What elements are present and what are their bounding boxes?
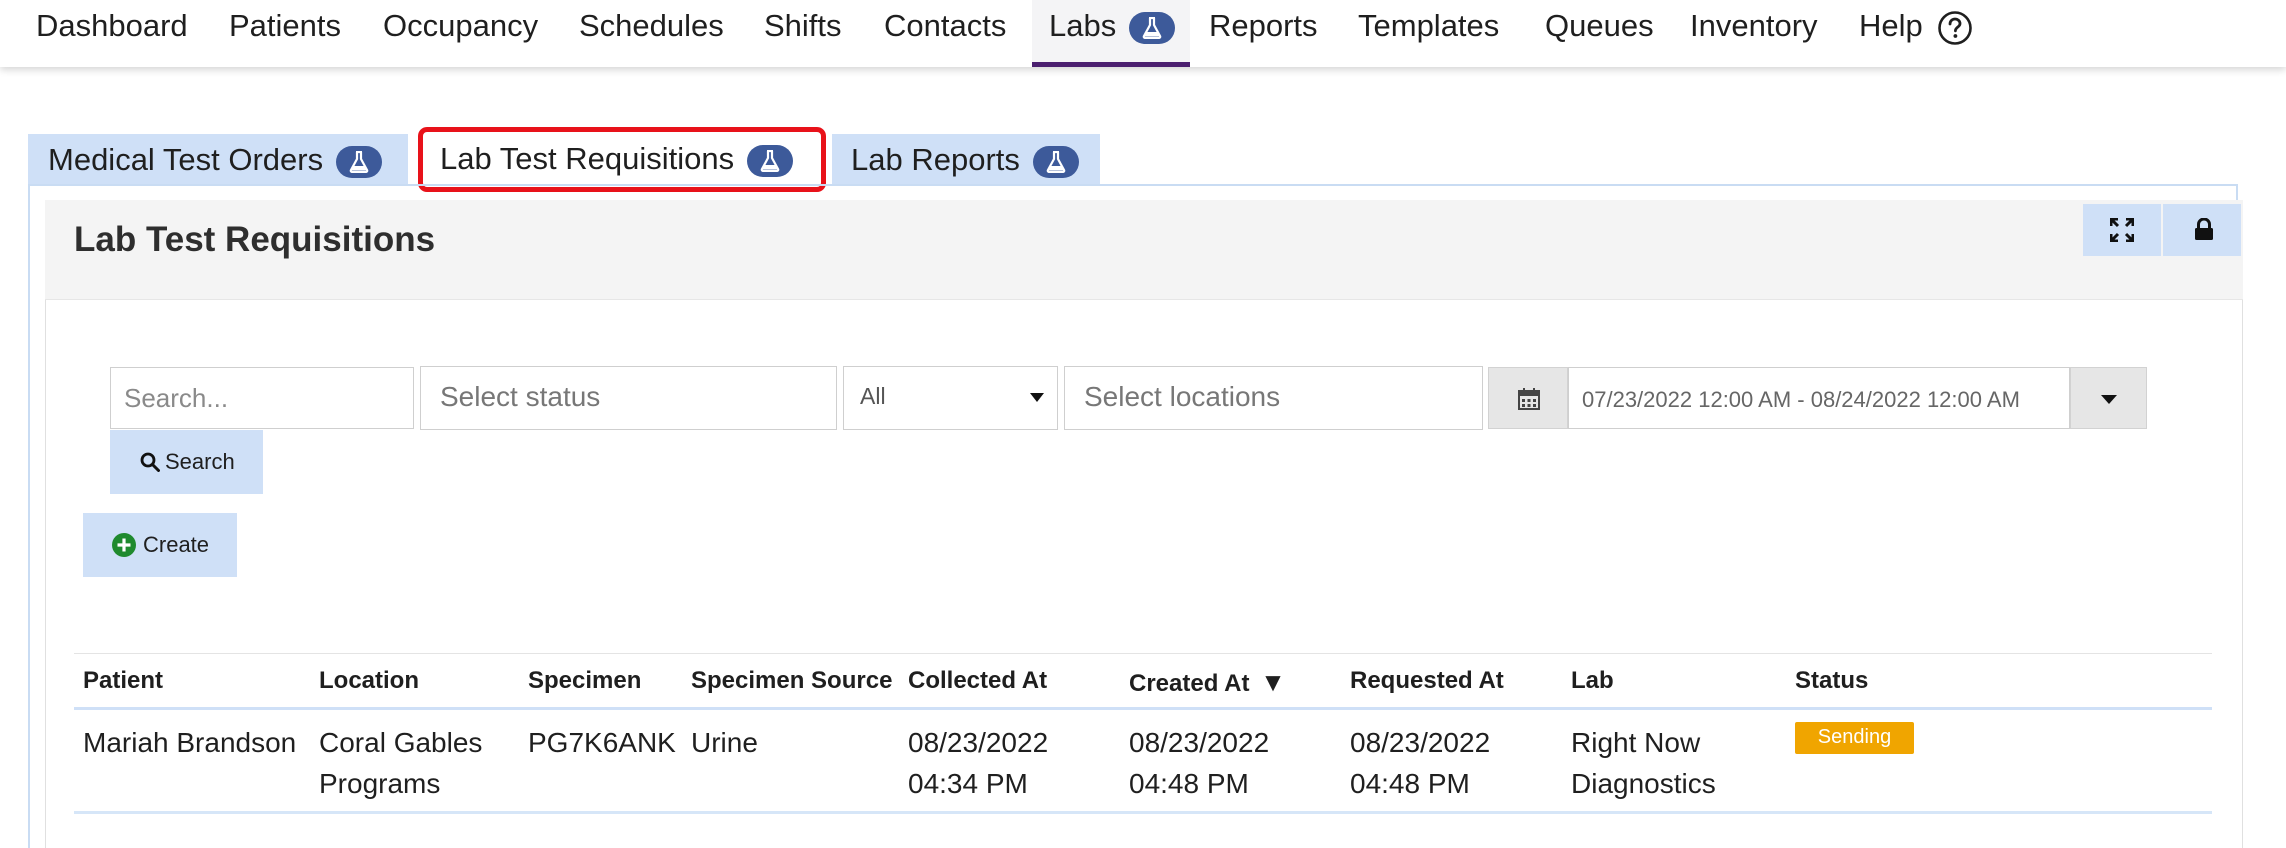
flask-icon [746, 144, 793, 177]
date-range-input[interactable]: 07/23/2022 12:00 AM - 08/24/2022 12:00 A… [1568, 367, 2070, 429]
date-range-dropdown-button[interactable] [2070, 367, 2147, 429]
tab-lab-test-requisitions[interactable]: Lab Test Requisitions [418, 127, 826, 192]
cell-specimen: PG7K6ANK [528, 727, 676, 758]
nav-item-templates[interactable]: Templates [1358, 0, 1499, 67]
nav-item-labs[interactable]: Labs [1032, 0, 1190, 67]
tab-lab-reports[interactable]: Lab Reports [832, 134, 1100, 186]
column-header-location[interactable]: Location [319, 667, 419, 695]
expand-button[interactable] [2083, 204, 2161, 256]
column-header-specimen[interactable]: Specimen [528, 667, 641, 695]
lock-button[interactable] [2163, 204, 2241, 256]
table-top-border [74, 653, 2212, 654]
top-navigation: Dashboard Patients Occupancy Schedules S… [0, 0, 2286, 67]
column-header-requested-at[interactable]: Requested At [1350, 667, 1504, 695]
cell-location: Coral Gables Programs [319, 727, 483, 799]
cell-specimen-source: Urine [691, 727, 758, 758]
column-header-created-at[interactable]: Created At ▼ [1129, 667, 1286, 698]
caret-down-icon [1030, 393, 1044, 402]
flask-icon [335, 145, 382, 178]
help-circle-icon [1938, 11, 1973, 45]
panel-title: Lab Test Requisitions [74, 220, 436, 259]
plus-circle-icon [112, 533, 136, 557]
calendar-button[interactable] [1488, 367, 1568, 429]
flask-icon [1032, 145, 1079, 178]
nav-item-queues[interactable]: Queues [1545, 0, 1654, 67]
create-button[interactable]: Create [83, 513, 237, 577]
tab-medical-test-orders[interactable]: Medical Test Orders [28, 134, 408, 186]
sort-descending-icon: ▼ [1260, 667, 1286, 697]
search-field[interactable] [111, 368, 413, 428]
nav-item-occupancy[interactable]: Occupancy [383, 0, 538, 67]
scope-dropdown[interactable]: All [843, 366, 1058, 430]
lock-icon [2195, 218, 2213, 240]
locations-select[interactable]: Select locations [1064, 366, 1483, 430]
nav-item-shifts[interactable]: Shifts [764, 0, 842, 67]
expand-icon [2110, 218, 2134, 242]
row-divider [74, 811, 2212, 814]
nav-item-schedules[interactable]: Schedules [579, 0, 724, 67]
caret-down-icon [2101, 395, 2117, 404]
cell-collected-at: 08/23/2022 04:34 PM [908, 727, 1049, 799]
cell-created-at: 08/23/2022 04:48 PM [1129, 727, 1270, 799]
nav-item-contacts[interactable]: Contacts [884, 0, 1006, 67]
column-header-specimen-source[interactable]: Specimen Source [691, 667, 892, 695]
column-header-patient[interactable]: Patient [83, 667, 163, 695]
nav-item-patients[interactable]: Patients [229, 0, 341, 67]
search-button[interactable]: Search [110, 430, 263, 494]
calendar-icon [1518, 388, 1540, 410]
flask-icon [1128, 11, 1175, 44]
cell-requested-at: 08/23/2022 04:48 PM [1350, 727, 1491, 799]
status-badge: Sending [1795, 722, 1914, 754]
nav-item-inventory[interactable]: Inventory [1690, 0, 1818, 67]
nav-item-help[interactable]: Help [1859, 0, 1973, 67]
cell-patient: Mariah Brandson [83, 727, 297, 758]
table-header-underline [74, 707, 2212, 710]
search-icon [140, 452, 160, 472]
status-select[interactable]: Select status [420, 366, 837, 430]
cell-lab: Right Now Diagnostics [1571, 727, 1716, 799]
nav-item-reports[interactable]: Reports [1209, 0, 1318, 67]
nav-item-dashboard[interactable]: Dashboard [36, 0, 188, 67]
column-header-lab[interactable]: Lab [1571, 667, 1614, 695]
column-header-collected-at[interactable]: Collected At [908, 667, 1047, 695]
search-input[interactable] [110, 367, 414, 429]
column-header-status[interactable]: Status [1795, 667, 1868, 695]
